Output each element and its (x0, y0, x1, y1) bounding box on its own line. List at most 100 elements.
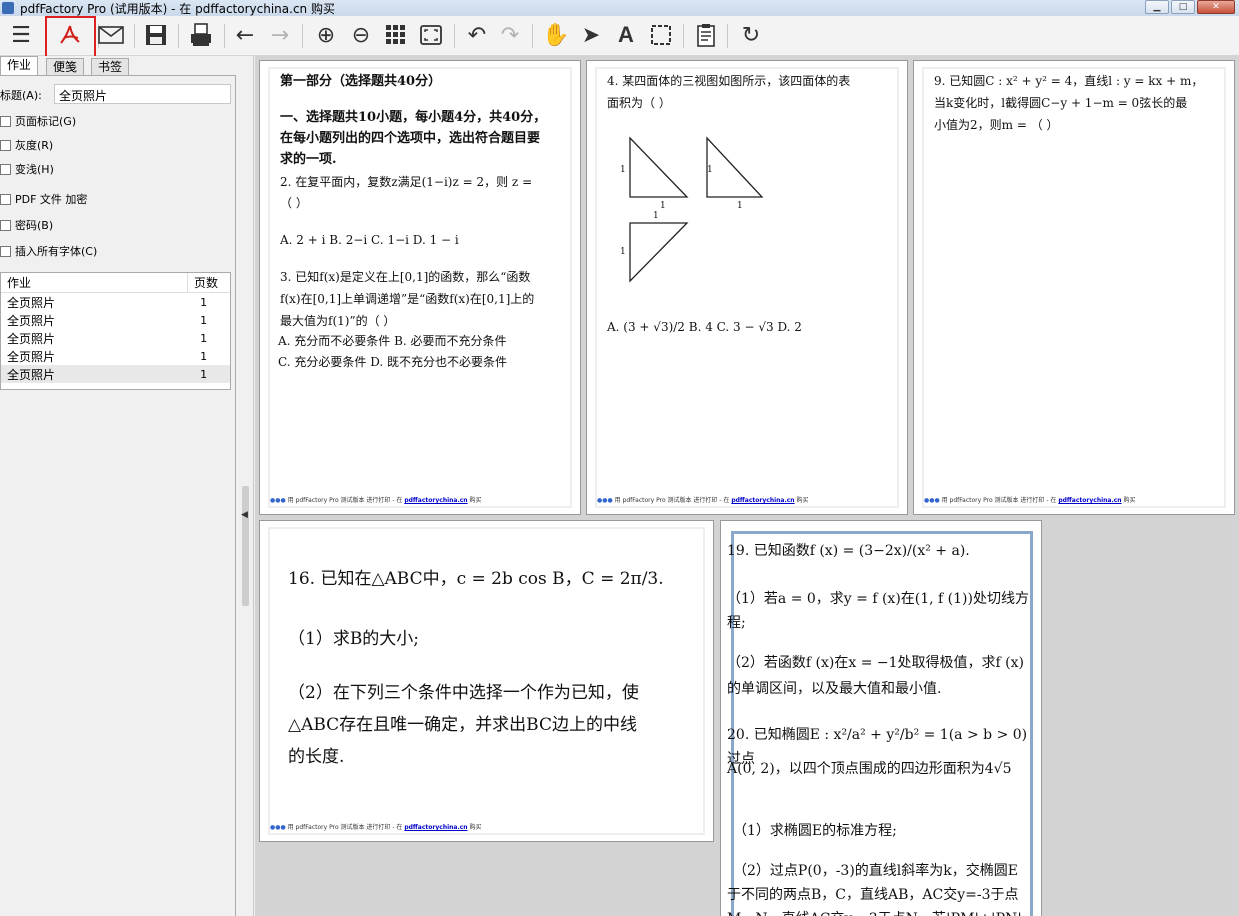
page-text: C. 充分必要条件 D. 既不充分也不必要条件 (278, 355, 508, 369)
tab-bookmarks[interactable]: 书签 (91, 58, 130, 76)
page-text: 3. 已知f(x)是定义在上[0,1]的函数，那么“函数 (280, 270, 531, 284)
job-name: 全页照片 (7, 313, 56, 328)
page-thumbnail-3[interactable]: 9. 已知圆C : x² + y² = 4，直线l : y = kx + m， … (913, 60, 1235, 515)
page-text: （ ） (280, 196, 308, 210)
marquee-select-icon[interactable] (646, 20, 676, 50)
checkbox-box[interactable] (0, 139, 11, 151)
page-thumbnail-5-selected[interactable]: 19. 已知函数f (x) = (3−2x)/(x² + a). （1）若a =… (720, 520, 1042, 916)
checkbox-grayscale[interactable]: 灰度(R) (0, 136, 53, 154)
page-text: （2）在下列三个条件中选择一个作为已知，使 (288, 683, 639, 703)
page-text: M，N，直线AC交y=-3于点N，若|PM|+|PN| (727, 907, 1022, 916)
job-pages: 1 (200, 349, 208, 363)
jobs-list: 作业 页数 全页照片 1 全页照片 1 全页照片 1 全页照片 1 全页照片 1 (0, 272, 231, 390)
list-item[interactable]: 全页照片 1 (1, 329, 230, 347)
job-name: 全页照片 (7, 331, 56, 346)
checkbox-pdf-encrypt[interactable]: PDF 文件 加密 (0, 190, 87, 208)
checkbox-box[interactable] (0, 115, 11, 127)
checkbox-embed-fonts[interactable]: 插入所有字体(C) (0, 242, 97, 260)
text-tool-icon[interactable]: A (611, 20, 641, 50)
pdf-icon[interactable] (55, 20, 85, 50)
dimension-label: 1 (620, 165, 626, 175)
job-pages: 1 (200, 331, 208, 345)
page-text: A. (3 + √3)/2 B. 4 C. 3 − √3 D. 2 (607, 320, 802, 334)
select-arrow-icon[interactable]: ➤ (576, 20, 606, 50)
back-arrow-icon[interactable]: ← (230, 20, 260, 50)
email-icon[interactable] (96, 20, 126, 50)
fit-page-icon[interactable] (416, 20, 446, 50)
page-text: （2）过点P(0，-3)的直线l斜率为k，交椭圆E (733, 863, 1018, 879)
checkbox-password[interactable]: 密码(B) (0, 216, 53, 234)
page-text: 在每小题列出的四个选项中，选出符合题目要 (280, 131, 541, 146)
checkbox-box[interactable] (0, 163, 11, 175)
refresh-icon[interactable]: ↻ (736, 20, 766, 50)
window-title: pdfFactory Pro (试用版本) - 在 pdffactorychin… (20, 1, 335, 16)
dimension-label: 1 (737, 201, 743, 211)
dimension-label: 1 (660, 201, 666, 211)
page-text: （2）若函数f (x)在x = −1处取得极值，求f (x) (727, 655, 1024, 671)
list-item[interactable]: 全页照片 1 (1, 311, 230, 329)
page-footer: ●●● 用 pdfFactory Pro 测试版本 进行打印 - 在 pdffa… (270, 497, 482, 504)
page-view: 第一部分（选择题共40分） 一、选择题共10小题，每小题4分，共40分， 在每小… (255, 56, 1239, 916)
left-panel: 作业 便笺 书签 标题(A): 全页照片 页面标记(G) 灰度(R) 变浅(H)… (0, 56, 238, 916)
job-name: 全页照片 (7, 295, 56, 310)
jobs-panel: 标题(A): 全页照片 页面标记(G) 灰度(R) 变浅(H) PDF 文件 加… (0, 75, 236, 916)
tab-strip: 作业 便笺 书签 (0, 56, 238, 76)
tab-notes[interactable]: 便笺 (46, 58, 85, 76)
page-text: （1）求椭圆E的标准方程; (733, 823, 897, 839)
app-icon (2, 2, 14, 14)
redo-icon[interactable]: ↷ (495, 20, 525, 50)
page-text: f(x)在[0,1]上单调递增”是“函数f(x)在[0,1]上的 (280, 292, 535, 306)
title-input[interactable]: 全页照片 (54, 84, 231, 104)
document-notes-icon[interactable] (691, 20, 721, 50)
page-text: 9. 已知圆C : x² + y² = 4，直线l : y = kx + m， (934, 74, 1204, 88)
page-text: 16. 已知在△ABC中，c = 2b cos B，C = 2π/3. (288, 569, 664, 589)
undo-icon[interactable]: ↶ (462, 20, 492, 50)
column-header-job[interactable]: 作业 (1, 272, 188, 293)
page-footer: ●●● 用 pdfFactory Pro 测试版本 进行打印 - 在 pdffa… (597, 497, 809, 504)
splitter-grip[interactable] (242, 486, 249, 606)
page-thumbnail-4[interactable]: 16. 已知在△ABC中，c = 2b cos B，C = 2π/3. （1）求… (259, 520, 714, 842)
page-text: 最大值为f(1)”的（ ） (280, 314, 396, 328)
page-text: 第一部分（选择题共40分） (280, 74, 442, 89)
page-text: （1）求B的大小; (288, 629, 420, 649)
close-button[interactable]: ✕ (1197, 0, 1235, 14)
page-text: 的长度. (288, 747, 345, 767)
maximize-button[interactable]: □ (1171, 0, 1195, 14)
zoom-out-icon[interactable]: ⊖ (346, 20, 376, 50)
hand-tool-icon[interactable]: ✋ (541, 20, 571, 50)
page-text: △ABC存在且唯一确定，并求出BC边上的中线 (288, 715, 637, 735)
toolbar: ☰ ← → ⊕ ⊖ ↶ ↷ ✋ ➤ A ↻ (0, 16, 1239, 58)
minimize-button[interactable]: ▁ (1145, 0, 1169, 14)
page-text: 一、选择题共10小题，每小题4分，共40分， (280, 110, 547, 125)
checkbox-label: 插入所有字体(C) (15, 245, 98, 258)
print-icon[interactable] (186, 20, 216, 50)
page-thumbnail-2[interactable]: 4. 某四面体的三视图如图所示，该四面体的表 面积为（ ） 1 1 1 1 1 … (586, 60, 908, 515)
dimension-label: 1 (653, 211, 659, 221)
checkbox-lighten[interactable]: 变浅(H) (0, 160, 54, 178)
page-text: 19. 已知函数f (x) = (3−2x)/(x² + a). (727, 543, 970, 559)
dimension-label: 1 (620, 247, 626, 257)
zoom-in-icon[interactable]: ⊕ (311, 20, 341, 50)
title-field-row: 标题(A): 全页照片 (0, 84, 236, 104)
forward-arrow-icon[interactable]: → (265, 20, 295, 50)
list-item-selected[interactable]: 全页照片 1 (1, 365, 230, 383)
panel-splitter[interactable]: ◀ (238, 56, 254, 916)
thumbnails-grid-icon[interactable] (381, 20, 411, 50)
window-controls: ▁ □ ✕ (1145, 0, 1235, 14)
checkbox-box[interactable] (0, 193, 11, 205)
job-pages: 1 (200, 367, 208, 381)
menu-icon[interactable]: ☰ (6, 20, 36, 50)
page-text: 的单调区间，以及最大值和最小值. (727, 681, 942, 697)
collapse-arrow-icon[interactable]: ◀ (241, 510, 248, 520)
list-item[interactable]: 全页照片 1 (1, 293, 230, 311)
column-header-pages[interactable]: 页数 (188, 274, 218, 291)
list-item[interactable]: 全页照片 1 (1, 347, 230, 365)
page-thumbnail-1[interactable]: 第一部分（选择题共40分） 一、选择题共10小题，每小题4分，共40分， 在每小… (259, 60, 581, 515)
page-text: A. 充分而不必要条件 B. 必要而不充分条件 (278, 334, 507, 348)
dimension-label: 1 (707, 165, 713, 175)
tab-jobs[interactable]: 作业 (0, 56, 39, 76)
checkbox-box[interactable] (0, 245, 11, 257)
checkbox-box[interactable] (0, 219, 11, 231)
save-icon[interactable] (141, 20, 171, 50)
checkbox-page-marks[interactable]: 页面标记(G) (0, 112, 76, 130)
